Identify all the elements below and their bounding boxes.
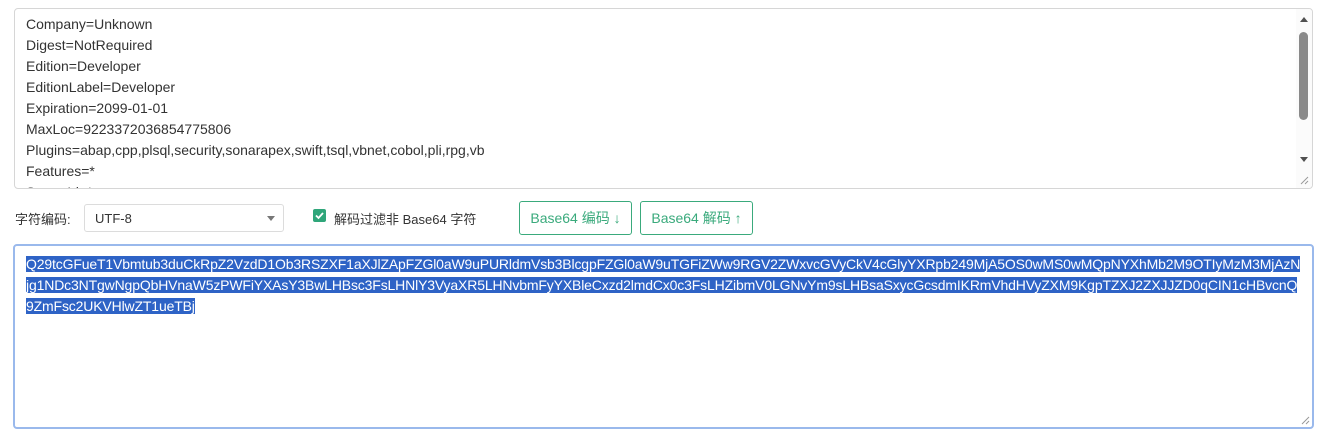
plain-text-area[interactable]: Company=Unknown Digest=NotRequired Edition… (14, 8, 1313, 189)
plain-text-line: Edition=Developer (26, 58, 141, 74)
base64-encode-button[interactable]: Base64 编码 ↓ (519, 201, 632, 235)
checkmark-icon (315, 212, 324, 220)
charset-select-value: UTF-8 (95, 211, 132, 226)
plain-text-line: ServerId=* (26, 182, 485, 188)
resize-grip-icon[interactable] (1300, 176, 1309, 185)
plain-text-line: MaxLoc=9223372036854775806 (26, 121, 232, 137)
base64-decode-button[interactable]: Base64 解码 ↑ (640, 201, 753, 235)
plain-text-line: Expiration=2099-01-01 (26, 100, 169, 116)
base64-text-content: Q29tcGFueT1Vbmtub3duCkRpZ2VzdD1Ob3RSZXF1… (26, 254, 1302, 317)
base64-text-area[interactable]: Q29tcGFueT1Vbmtub3duCkRpZ2VzdD1Ob3RSZXF1… (13, 244, 1314, 429)
plain-text-line: Company=Unknown (26, 16, 153, 32)
scroll-down-arrow-icon[interactable] (1300, 157, 1308, 162)
selected-text: Q29tcGFueT1Vbmtub3duCkRpZ2VzdD1Ob3RSZXF1… (26, 256, 1301, 314)
plain-text-scrollbar[interactable] (1296, 9, 1312, 188)
scroll-thumb[interactable] (1299, 32, 1308, 120)
scroll-up-arrow-icon[interactable] (1300, 17, 1308, 22)
resize-grip-icon[interactable] (1301, 416, 1310, 425)
charset-label: 字符编码: (15, 212, 71, 227)
chevron-down-icon (267, 216, 275, 221)
charset-select[interactable]: UTF-8 (84, 204, 284, 232)
plain-text-line: EditionLabel=Developer (26, 79, 176, 95)
plain-text-content: Company=Unknown Digest=NotRequired Edition… (26, 14, 485, 188)
plain-text-line: Plugins=abap,cpp,plsql,security,sonarape… (26, 142, 485, 158)
plain-text-line: Digest=NotRequired (26, 37, 153, 53)
plain-text-line: Features=* (26, 163, 95, 179)
filter-non-base64-label[interactable]: 解码过滤非 Base64 字符 (334, 209, 476, 228)
filter-non-base64-checkbox[interactable] (313, 209, 326, 222)
